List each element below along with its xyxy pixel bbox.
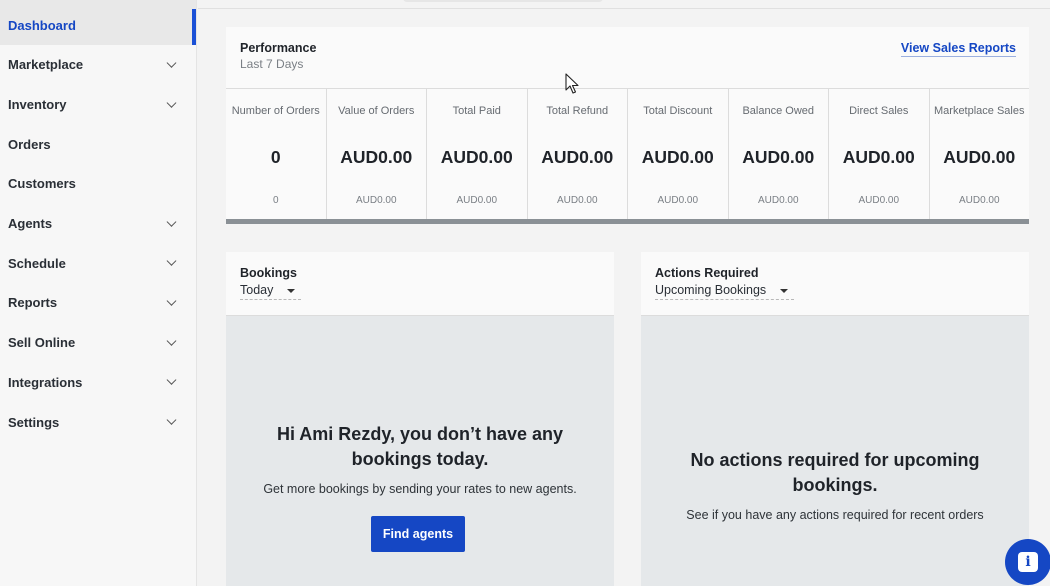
- metric-value: AUD0.00: [742, 147, 815, 167]
- sidebar-item-label: Customers: [8, 176, 76, 192]
- sidebar-item-dashboard[interactable]: Dashboard: [0, 0, 196, 45]
- metric-label: Number of Orders: [231, 105, 320, 117]
- sidebar-item-label: Reports: [8, 295, 58, 311]
- chevron-down-icon: [166, 256, 177, 267]
- bookings-header: Bookings Today: [226, 252, 614, 316]
- performance-title: Performance: [240, 41, 317, 55]
- bookings-title: Bookings: [240, 266, 297, 280]
- sidebar-item-inventory[interactable]: Inventory: [0, 85, 196, 125]
- caret-down-icon: [780, 289, 789, 293]
- bookings-empty-description: Get more bookings by sending your rates …: [263, 482, 577, 496]
- bookings-period-dropdown[interactable]: Today: [240, 283, 302, 300]
- sidebar-item-reports[interactable]: Reports: [0, 283, 196, 323]
- metric-previous: AUD0.00: [958, 195, 1000, 206]
- mouse-pointer-icon: [565, 73, 579, 94]
- bookings-empty-state: Hi Ami Rezdy, you don’t have any booking…: [226, 316, 614, 586]
- sidebar-item-label: Schedule: [8, 255, 66, 271]
- sidebar-item-settings[interactable]: Settings: [0, 402, 196, 442]
- sidebar-item-sell-online[interactable]: Sell Online: [0, 323, 196, 363]
- actions-empty-state: No actions required for upcoming booking…: [641, 316, 1029, 586]
- metric-previous: AUD0.00: [456, 195, 498, 206]
- metric-balance-owed: Balance Owed AUD0.00 AUD0.00: [729, 89, 829, 219]
- metric-total-refund: Total Refund AUD0.00 AUD0.00: [528, 89, 628, 219]
- sidebar-item-label: Integrations: [8, 374, 83, 390]
- metric-label: Direct Sales: [849, 105, 909, 117]
- actions-required-card: Actions Required Upcoming Bookings No ac…: [641, 252, 1029, 586]
- metric-value: AUD0.00: [340, 147, 413, 167]
- metric-value-of-orders: Value of Orders AUD0.00 AUD0.00: [327, 89, 427, 219]
- metric-previous: AUD0.00: [757, 195, 799, 206]
- metric-value: AUD0.00: [541, 147, 614, 167]
- metric-label: Total Discount: [643, 105, 713, 117]
- sidebar-item-label: Agents: [8, 216, 53, 232]
- bookings-empty-title: Hi Ami Rezdy, you don’t have any booking…: [276, 424, 564, 469]
- sidebar-item-label: Dashboard: [8, 18, 76, 33]
- actions-header: Actions Required Upcoming Bookings: [641, 252, 1029, 316]
- chevron-down-icon: [166, 216, 177, 227]
- metric-previous: AUD0.00: [355, 195, 397, 206]
- sidebar: Dashboard Marketplace Inventory Orders C…: [0, 0, 197, 586]
- actions-title: Actions Required: [655, 266, 759, 280]
- sidebar-item-integrations[interactable]: Integrations: [0, 363, 196, 403]
- metrics-grid: Number of Orders 0 0 Value of Orders AUD…: [226, 88, 1029, 219]
- sidebar-item-marketplace[interactable]: Marketplace: [0, 45, 196, 85]
- chevron-down-icon: [166, 295, 177, 306]
- metric-previous: AUD0.00: [858, 195, 900, 206]
- metric-marketplace-sales: Marketplace Sales AUD0.00 AUD0.00: [930, 89, 1030, 219]
- find-agents-button[interactable]: Find agents: [371, 516, 465, 552]
- metric-value: AUD0.00: [842, 147, 915, 167]
- bookings-period-value: Today: [240, 283, 274, 297]
- actions-filter-dropdown[interactable]: Upcoming Bookings: [655, 283, 795, 300]
- metric-previous: AUD0.00: [657, 195, 699, 206]
- metric-number-of-orders: Number of Orders 0 0: [226, 89, 327, 219]
- sidebar-item-label: Orders: [8, 136, 51, 152]
- top-search-pill[interactable]: [403, 0, 603, 2]
- sidebar-item-label: Settings: [8, 414, 60, 430]
- metric-label: Marketplace Sales: [934, 105, 1025, 117]
- metric-value: 0: [270, 147, 281, 167]
- performance-card: Performance Last 7 Days View Sales Repor…: [226, 27, 1029, 224]
- chevron-down-icon: [166, 97, 177, 108]
- metric-value: AUD0.00: [641, 147, 714, 167]
- sidebar-item-label: Sell Online: [8, 335, 76, 351]
- sidebar-item-schedule[interactable]: Schedule: [0, 243, 196, 283]
- performance-period: Last 7 Days: [240, 57, 304, 71]
- help-button[interactable]: i: [1005, 539, 1050, 585]
- metric-previous: AUD0.00: [556, 195, 598, 206]
- sidebar-item-label: Inventory: [8, 97, 67, 113]
- bookings-card: Bookings Today Hi Ami Rezdy, you don’t h…: [226, 252, 614, 586]
- metric-value: AUD0.00: [943, 147, 1016, 167]
- chevron-down-icon: [166, 57, 177, 68]
- sidebar-item-customers[interactable]: Customers: [0, 164, 196, 204]
- view-sales-reports-link[interactable]: View Sales Reports: [900, 41, 1016, 57]
- metric-direct-sales: Direct Sales AUD0.00 AUD0.00: [829, 89, 930, 219]
- actions-empty-title: No actions required for upcoming booking…: [690, 450, 980, 495]
- top-bar: [198, 0, 1050, 9]
- actions-empty-description: See if you have any actions required for…: [686, 508, 984, 522]
- metric-label: Total Refund: [546, 105, 609, 117]
- chevron-down-icon: [166, 375, 177, 386]
- sidebar-item-agents[interactable]: Agents: [0, 204, 196, 244]
- info-icon: i: [1018, 552, 1038, 572]
- metric-total-discount: Total Discount AUD0.00 AUD0.00: [628, 89, 729, 219]
- metric-label: Value of Orders: [338, 105, 415, 117]
- sidebar-item-orders[interactable]: Orders: [0, 124, 196, 164]
- caret-down-icon: [287, 289, 296, 293]
- metric-value: AUD0.00: [440, 147, 513, 167]
- metric-total-paid: Total Paid AUD0.00 AUD0.00: [427, 89, 528, 219]
- metric-label: Balance Owed: [742, 105, 815, 117]
- chevron-down-icon: [166, 335, 177, 346]
- sidebar-item-label: Marketplace: [8, 57, 84, 73]
- metric-previous: 0: [272, 195, 279, 206]
- metric-label: Total Paid: [452, 105, 501, 117]
- actions-filter-value: Upcoming Bookings: [655, 283, 767, 297]
- chevron-down-icon: [166, 414, 177, 425]
